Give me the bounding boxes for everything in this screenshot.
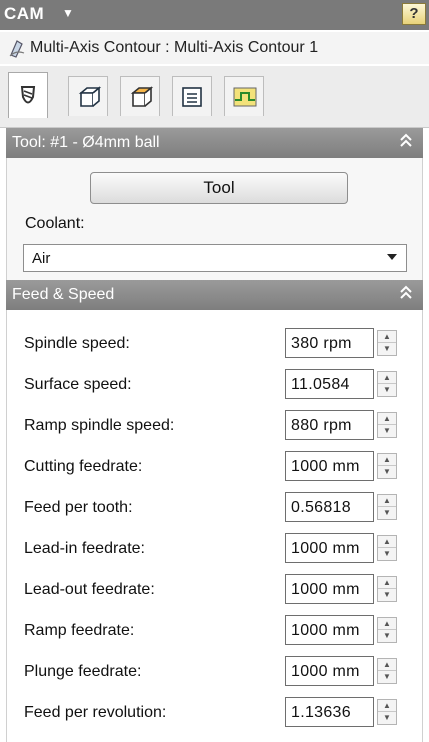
feed-row-spindle-speed: Spindle speed: 380 rpm ▲ ▼ xyxy=(7,325,424,361)
spin-up-icon[interactable]: ▲ xyxy=(378,618,396,630)
feed-row-cutting-feedrate: Cutting feedrate: 1000 mm ▲ ▼ xyxy=(7,448,424,484)
spin-down-icon[interactable]: ▼ xyxy=(378,343,396,355)
coolant-label: Coolant: xyxy=(25,215,85,232)
spinner[interactable]: ▲ ▼ xyxy=(377,576,397,602)
tool-tab-icon xyxy=(20,86,36,104)
tab-tool[interactable] xyxy=(8,72,48,118)
plunge-feedrate-input[interactable]: 1000 mm xyxy=(285,656,374,686)
heights-tab-icon xyxy=(130,86,154,107)
spin-up-icon[interactable]: ▲ xyxy=(378,331,396,343)
tool-section-header[interactable]: Tool: #1 - Ø4mm ball xyxy=(6,128,423,158)
spin-down-icon[interactable]: ▼ xyxy=(378,671,396,683)
feed-row-plunge-feedrate: Plunge feedrate: 1000 mm ▲ ▼ xyxy=(7,653,424,689)
spinner[interactable]: ▲ ▼ xyxy=(377,535,397,561)
feed-section-title: Feed & Speed xyxy=(12,286,115,303)
feed-row-ramp-spindle-speed: Ramp spindle speed: 880 rpm ▲ ▼ xyxy=(7,407,424,443)
field-label: Lead-in feedrate: xyxy=(24,540,145,557)
tool-section-body: Tool Coolant: Air xyxy=(6,158,423,280)
panel-title: CAM xyxy=(4,4,45,23)
field-label: Spindle speed: xyxy=(24,335,130,352)
tool-button[interactable]: Tool xyxy=(90,172,348,204)
cutting-feedrate-input[interactable]: 1000 mm xyxy=(285,451,374,481)
field-label: Lead-out feedrate: xyxy=(24,581,155,598)
tab-strip xyxy=(0,66,429,128)
spin-up-icon[interactable]: ▲ xyxy=(378,454,396,466)
collapse-chevron-icon[interactable] xyxy=(399,132,413,153)
spinner[interactable]: ▲ ▼ xyxy=(377,494,397,520)
feed-row-lead-in-feedrate: Lead-in feedrate: 1000 mm ▲ ▼ xyxy=(7,530,424,566)
spin-down-icon[interactable]: ▼ xyxy=(378,425,396,437)
spindle-speed-input[interactable]: 380 rpm xyxy=(285,328,374,358)
feed-per-tooth-input[interactable]: 0.56818 xyxy=(285,492,374,522)
surface-speed-input[interactable]: 11.0584 xyxy=(285,369,374,399)
spin-up-icon[interactable]: ▲ xyxy=(378,413,396,425)
feed-row-lead-out-feedrate: Lead-out feedrate: 1000 mm ▲ ▼ xyxy=(7,571,424,607)
field-label: Cutting feedrate: xyxy=(24,458,143,475)
toolpath-icon xyxy=(8,38,26,58)
feed-row-surface-speed: Surface speed: 11.0584 ▲ ▼ xyxy=(7,366,424,402)
tab-passes[interactable] xyxy=(172,76,212,116)
spin-up-icon[interactable]: ▲ xyxy=(378,536,396,548)
spin-down-icon[interactable]: ▼ xyxy=(378,466,396,478)
tab-linking[interactable] xyxy=(224,76,264,116)
title-dropdown-caret-icon[interactable]: ▼ xyxy=(62,6,74,20)
field-label: Feed per tooth: xyxy=(24,499,133,516)
spinner[interactable]: ▲ ▼ xyxy=(377,617,397,643)
spinner[interactable]: ▲ ▼ xyxy=(377,330,397,356)
spin-up-icon[interactable]: ▲ xyxy=(378,495,396,507)
spin-down-icon[interactable]: ▼ xyxy=(378,589,396,601)
tab-heights[interactable] xyxy=(120,76,160,116)
operation-row: Multi-Axis Contour : Multi-Axis Contour … xyxy=(0,32,429,64)
spin-down-icon[interactable]: ▼ xyxy=(378,712,396,724)
feed-section-header[interactable]: Feed & Speed xyxy=(6,280,423,310)
spin-up-icon[interactable]: ▲ xyxy=(378,372,396,384)
spin-down-icon[interactable]: ▼ xyxy=(378,507,396,519)
geometry-tab-icon xyxy=(78,86,102,107)
field-label: Feed per revolution: xyxy=(24,704,167,721)
field-label: Plunge feedrate: xyxy=(24,663,142,680)
linking-tab-icon xyxy=(233,87,257,107)
operation-name: Multi-Axis Contour : Multi-Axis Contour … xyxy=(30,39,319,56)
passes-tab-icon xyxy=(182,87,202,107)
spin-down-icon[interactable]: ▼ xyxy=(378,548,396,560)
spin-up-icon[interactable]: ▲ xyxy=(378,577,396,589)
spin-down-icon[interactable]: ▼ xyxy=(378,630,396,642)
feed-per-revolution-input[interactable]: 1.13636 xyxy=(285,697,374,727)
feed-row-feed-per-revolution: Feed per revolution: 1.13636 ▲ ▼ xyxy=(7,694,424,730)
spin-down-icon[interactable]: ▼ xyxy=(378,384,396,396)
tool-section-title: Tool: #1 - Ø4mm ball xyxy=(12,134,160,151)
ramp-feedrate-input[interactable]: 1000 mm xyxy=(285,615,374,645)
spin-up-icon[interactable]: ▲ xyxy=(378,659,396,671)
spinner[interactable]: ▲ ▼ xyxy=(377,412,397,438)
feed-row-ramp-feedrate: Ramp feedrate: 1000 mm ▲ ▼ xyxy=(7,612,424,648)
spinner[interactable]: ▲ ▼ xyxy=(377,699,397,725)
coolant-value: Air xyxy=(32,250,51,267)
lead-out-feedrate-input[interactable]: 1000 mm xyxy=(285,574,374,604)
panel-titlebar: CAM ▼ ? xyxy=(0,0,429,30)
field-label: Ramp feedrate: xyxy=(24,622,135,639)
dropdown-arrow-icon xyxy=(386,249,398,266)
coolant-select[interactable]: Air xyxy=(23,244,407,272)
field-label: Surface speed: xyxy=(24,376,132,393)
ramp-spindle-speed-input[interactable]: 880 rpm xyxy=(285,410,374,440)
field-label: Ramp spindle speed: xyxy=(24,417,175,434)
tab-geometry[interactable] xyxy=(68,76,108,116)
lead-in-feedrate-input[interactable]: 1000 mm xyxy=(285,533,374,563)
spin-up-icon[interactable]: ▲ xyxy=(378,700,396,712)
feed-section-body: Spindle speed: 380 rpm ▲ ▼ Surface speed:… xyxy=(6,310,423,742)
spinner[interactable]: ▲ ▼ xyxy=(377,658,397,684)
spinner[interactable]: ▲ ▼ xyxy=(377,371,397,397)
collapse-chevron-icon[interactable] xyxy=(399,284,413,305)
help-button[interactable]: ? xyxy=(402,3,426,25)
spinner[interactable]: ▲ ▼ xyxy=(377,453,397,479)
feed-row-feed-per-tooth: Feed per tooth: 0.56818 ▲ ▼ xyxy=(7,489,424,525)
